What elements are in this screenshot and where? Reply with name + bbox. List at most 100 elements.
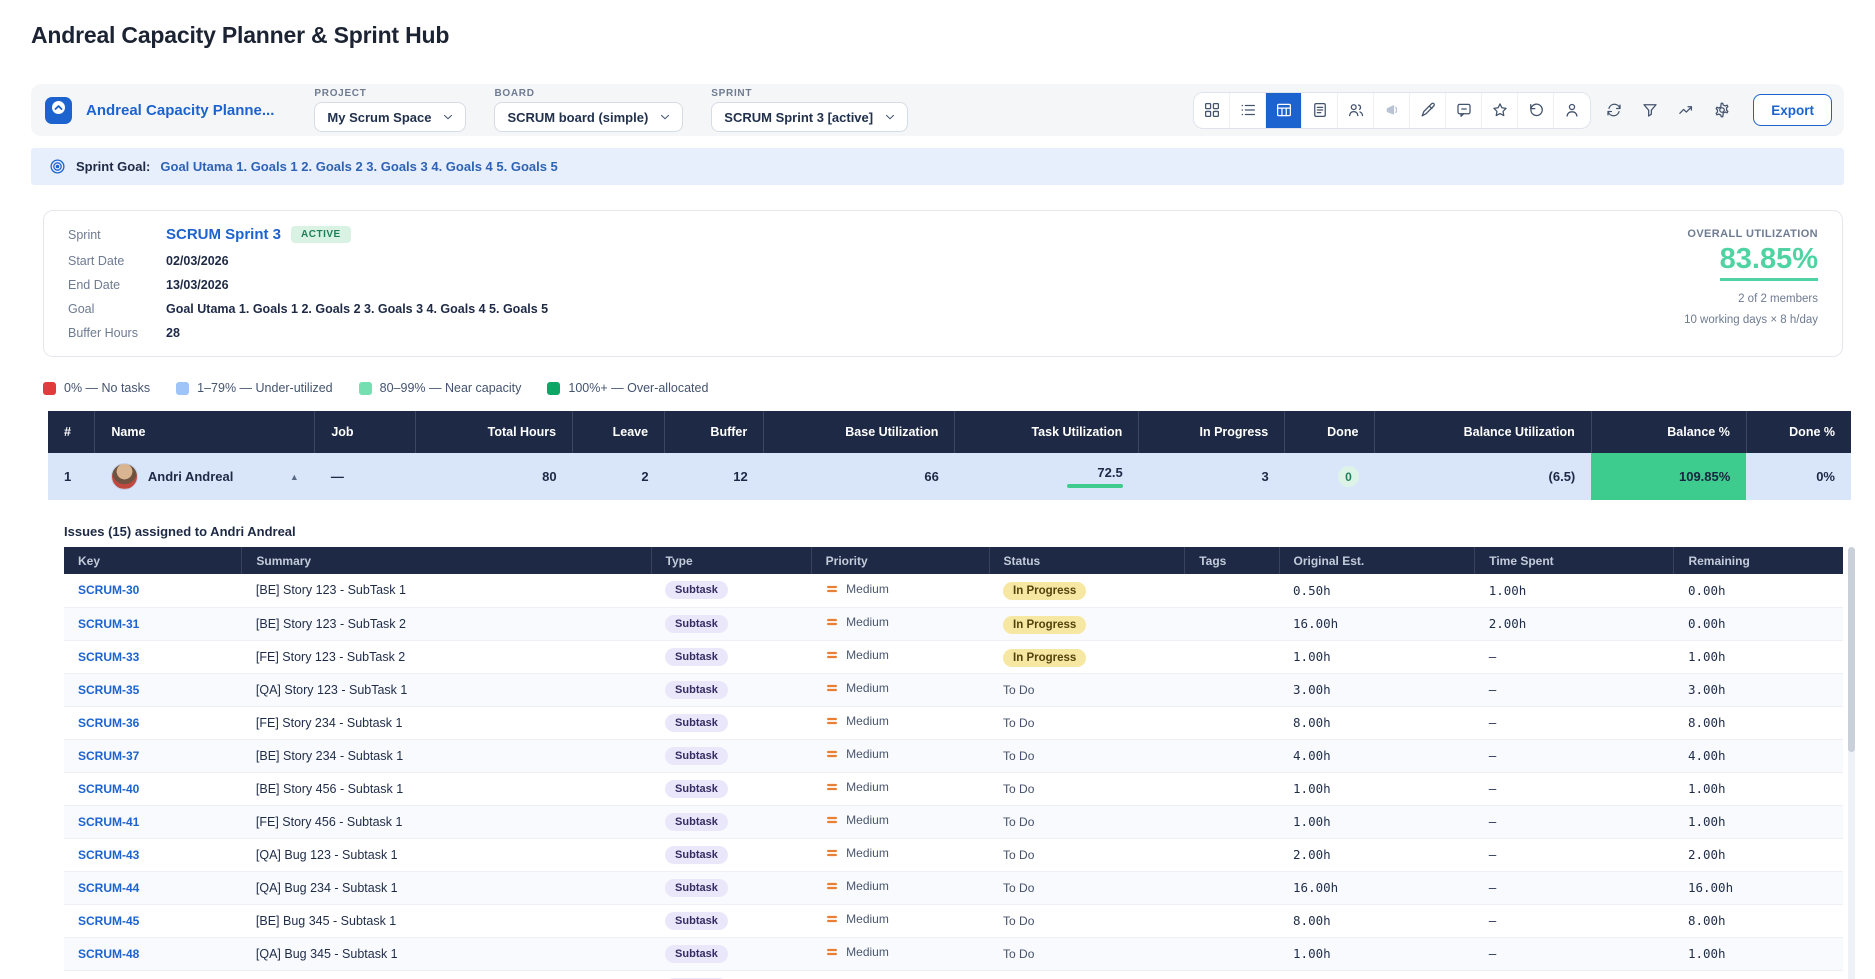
issue-original-estimate: 3.00h [1279, 673, 1475, 706]
sprint-name-link[interactable]: SCRUM Sprint 3 [166, 226, 281, 243]
priority-medium-icon [825, 912, 839, 926]
issue-key-link[interactable]: SCRUM-31 [78, 617, 139, 631]
issue-summary: [FE] Story 456 - Subtask 1 [242, 805, 651, 838]
issue-key-link[interactable]: SCRUM-36 [78, 716, 139, 730]
priority-medium-icon [825, 945, 839, 959]
members-column-: # [48, 411, 95, 453]
issue-key-link[interactable]: SCRUM-45 [78, 914, 139, 928]
star-icon[interactable] [1482, 93, 1518, 128]
issue-row: SCRUM-44 [QA] Bug 234 - Subtask 1 Subtas… [64, 871, 1843, 904]
pen-icon[interactable] [1410, 93, 1446, 128]
trend-icon[interactable] [1671, 95, 1701, 125]
filter-icon[interactable] [1635, 95, 1665, 125]
sprint-dropdown[interactable]: SCRUM Sprint 3 [active] [711, 102, 908, 132]
members-column-done: Done [1285, 411, 1375, 453]
issue-tags [1185, 574, 1279, 607]
table-icon[interactable] [1266, 93, 1302, 128]
person-icon[interactable] [1554, 93, 1590, 128]
document-icon[interactable] [1302, 93, 1338, 128]
member-done-pct: 0% [1746, 453, 1851, 500]
list-icon[interactable] [1230, 93, 1266, 128]
issue-priority-label: Medium [846, 615, 889, 629]
utilization-bar [1067, 484, 1123, 488]
sprint-goal-label: Sprint Goal: [76, 159, 150, 174]
grid-icon[interactable] [1194, 93, 1230, 128]
issue-status-badge: To Do [1003, 848, 1034, 862]
field-label-buffer-hours: Buffer Hours [68, 326, 166, 340]
issue-tags [1185, 673, 1279, 706]
issues-column-original-est: Original Est. [1279, 547, 1475, 574]
issue-time-spent: – [1475, 904, 1674, 937]
app-logo[interactable] [45, 97, 72, 124]
megaphone-icon[interactable] [1374, 93, 1410, 128]
board-value: SCRUM board (simple) [507, 110, 648, 125]
issue-key-link[interactable]: SCRUM-30 [78, 583, 139, 597]
issue-summary: [BE] Story 456 - Subtask 1 [242, 772, 651, 805]
issue-key-link[interactable]: SCRUM-41 [78, 815, 139, 829]
done-count-badge: 0 [1338, 466, 1359, 487]
project-dropdown[interactable]: My Scrum Space [314, 102, 466, 132]
sprint-fields: Sprint SCRUM Sprint 3 ACTIVE Start Date … [68, 226, 548, 342]
sprint-goal-banner: Sprint Goal: Goal Utama 1. Goals 1 2. Go… [31, 148, 1844, 185]
issue-status-badge: To Do [1003, 881, 1034, 895]
field-label-sprint: Sprint [68, 228, 166, 242]
member-total-hours: 80 [416, 453, 573, 500]
issues-column-status: Status [989, 547, 1185, 574]
sprint-selector-group: SPRINT SCRUM Sprint 3 [active] [711, 88, 908, 132]
issues-section-title: Issues (15) assigned to Andri Andreal [64, 524, 1875, 539]
member-balance-pct: 109.85% [1591, 453, 1746, 500]
issues-scrollbar[interactable] [1848, 547, 1855, 979]
issue-priority-label: Medium [846, 747, 889, 761]
issue-remaining: 3.00h [1674, 673, 1843, 706]
issue-tags [1185, 937, 1279, 970]
issue-priority-label: Medium [846, 813, 889, 827]
issue-key-link[interactable]: SCRUM-33 [78, 650, 139, 664]
issue-status-badge: To Do [1003, 947, 1034, 961]
issue-key-link[interactable]: SCRUM-40 [78, 782, 139, 796]
issue-time-spent: – [1475, 937, 1674, 970]
priority-medium-icon [825, 648, 839, 662]
board-dropdown[interactable]: SCRUM board (simple) [494, 102, 683, 132]
issue-remaining: 8.00h [1674, 904, 1843, 937]
refresh-icon[interactable] [1599, 95, 1629, 125]
comment-icon[interactable] [1446, 93, 1482, 128]
member-row[interactable]: 1 Andri Andreal ▲ — 80 2 12 66 72.5 3 0 [48, 453, 1851, 500]
issue-status-badge: To Do [1003, 914, 1034, 928]
issue-summary: [BE] Story 123 - SubTask 2 [242, 607, 651, 640]
issue-type-badge: Subtask [665, 648, 728, 666]
issue-row: SCRUM-49 [FE] Task 123 - Subtask 1 Subta… [64, 970, 1843, 979]
issue-type-badge: Subtask [665, 912, 728, 930]
view-switcher [1193, 92, 1591, 129]
issue-key-link[interactable]: SCRUM-44 [78, 881, 139, 895]
issue-key-link[interactable]: SCRUM-43 [78, 848, 139, 862]
issue-type-badge: Subtask [665, 780, 728, 798]
issue-time-spent: – [1475, 838, 1674, 871]
undo-icon[interactable] [1518, 93, 1554, 128]
issue-original-estimate: 8.00h [1279, 904, 1475, 937]
issue-row: SCRUM-43 [QA] Bug 123 - Subtask 1 Subtas… [64, 838, 1843, 871]
collapse-caret-icon[interactable]: ▲ [290, 472, 299, 482]
scrollbar-thumb[interactable] [1848, 547, 1855, 752]
issue-summary: [QA] Bug 234 - Subtask 1 [242, 871, 651, 904]
issue-key-link[interactable]: SCRUM-35 [78, 683, 139, 697]
issue-type-badge: Subtask [665, 714, 728, 732]
member-leave: 2 [573, 453, 665, 500]
settings-icon[interactable] [1707, 95, 1737, 125]
issue-type-badge: Subtask [665, 813, 728, 831]
issue-tags [1185, 904, 1279, 937]
issue-type-badge: Subtask [665, 945, 728, 963]
issue-status-badge: In Progress [1003, 649, 1086, 667]
member-done: 0 [1285, 453, 1375, 500]
issue-remaining: 1.00h [1674, 640, 1843, 673]
issues-column-summary: Summary [242, 547, 651, 574]
users-icon[interactable] [1338, 93, 1374, 128]
issue-key-link[interactable]: SCRUM-48 [78, 947, 139, 961]
export-button[interactable]: Export [1753, 94, 1832, 126]
overall-utilization-block: OVERALL UTILIZATION 83.85% 2 of 2 member… [1684, 226, 1818, 342]
app-name-link[interactable]: Andreal Capacity Planne... [86, 102, 274, 119]
chevron-down-icon [658, 110, 672, 124]
members-column-in-progress: In Progress [1139, 411, 1285, 453]
member-in-progress: 3 [1139, 453, 1285, 500]
issue-original-estimate: 16.00h [1279, 607, 1475, 640]
issue-key-link[interactable]: SCRUM-37 [78, 749, 139, 763]
